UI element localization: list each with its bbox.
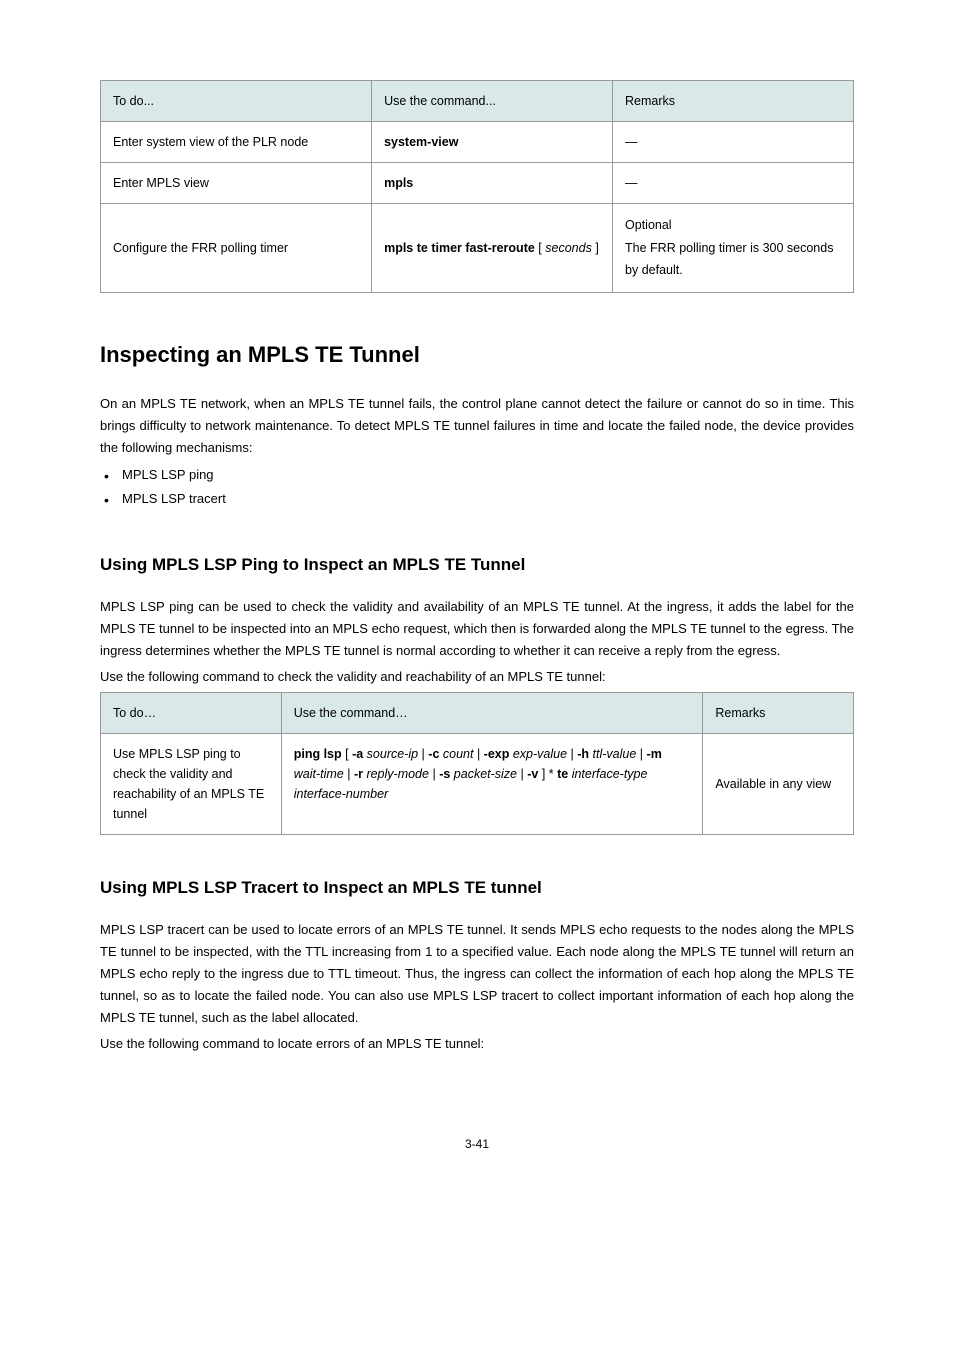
remarks-cell: —: [613, 122, 854, 163]
remarks-cell: —: [613, 163, 854, 204]
cmd-argument: wait-time: [294, 767, 347, 781]
subsection-heading: Using MPLS LSP Ping to Inspect an MPLS T…: [100, 552, 854, 578]
task-cell: Use MPLS LSP ping to check the validity …: [101, 734, 282, 835]
cmd-bracket: ] *: [538, 767, 553, 781]
table-header: Remarks: [703, 693, 854, 734]
cmd-sep: |: [477, 747, 484, 761]
cmd-bracket: [: [342, 747, 352, 761]
command-table: To do… Use the command… Remarks Use MPLS…: [100, 692, 854, 835]
cmd-argument: count: [439, 747, 477, 761]
cmd-keyword: -c: [428, 747, 439, 761]
cmd-keyword: -r: [354, 767, 363, 781]
remarks-line: Optional: [625, 214, 841, 237]
page-number: 3-41: [100, 1135, 854, 1153]
table-row: Configure the FRR polling timer mpls te …: [101, 204, 854, 293]
cmd-keyword: -h: [577, 747, 589, 761]
cmd-keyword: -a: [352, 747, 363, 761]
remarks-line: The FRR polling timer is 300 seconds by …: [625, 237, 841, 282]
section-heading: Inspecting an MPLS TE Tunnel: [100, 338, 854, 371]
cmd-keyword: mpls te timer fast-reroute: [384, 241, 535, 255]
task-cell: Enter MPLS view: [101, 163, 372, 204]
list-item: MPLS LSP ping: [122, 463, 854, 488]
table-row: Enter MPLS view mpls —: [101, 163, 854, 204]
cmd-keyword: -exp: [484, 747, 510, 761]
command-cell: ping lsp [ -a source-ip | -c count | -ex…: [281, 734, 703, 835]
cmd-bracket: ]: [595, 241, 598, 255]
list-item: MPLS LSP tracert: [122, 487, 854, 512]
table-header-row: To do... Use the command... Remarks: [101, 81, 854, 122]
table-header: To do…: [101, 693, 282, 734]
table-row: Use MPLS LSP ping to check the validity …: [101, 734, 854, 835]
cmd-argument: seconds: [545, 241, 592, 255]
table-header: Use the command…: [281, 693, 703, 734]
paragraph: On an MPLS TE network, when an MPLS TE t…: [100, 393, 854, 459]
paragraph: MPLS LSP ping can be used to check the v…: [100, 596, 854, 662]
cmd-argument: exp-value: [509, 747, 570, 761]
subsection-heading: Using MPLS LSP Tracert to Inspect an MPL…: [100, 875, 854, 901]
paragraph: Use the following command to check the v…: [100, 666, 854, 688]
cmd-keyword: -s: [439, 767, 450, 781]
cmd-sep: |: [347, 767, 354, 781]
config-table: To do... Use the command... Remarks Ente…: [100, 80, 854, 293]
table-row: Enter system view of the PLR node system…: [101, 122, 854, 163]
table-header: To do...: [101, 81, 372, 122]
cmd-argument: packet-size: [450, 767, 520, 781]
cmd-argument: source-ip: [363, 747, 421, 761]
cmd-argument: ttl-value: [589, 747, 640, 761]
paragraph: Use the following command to locate erro…: [100, 1033, 854, 1055]
cmd-keyword: -v: [527, 767, 538, 781]
cmd-keyword: te: [554, 767, 569, 781]
paragraph: MPLS LSP tracert can be used to locate e…: [100, 919, 854, 1029]
cmd-sep: |: [640, 747, 647, 761]
table-header: Use the command...: [372, 81, 613, 122]
cmd-keyword: ping lsp: [294, 747, 342, 761]
task-cell: Configure the FRR polling timer: [101, 204, 372, 293]
cmd-bracket: [: [538, 241, 541, 255]
table-header: Remarks: [613, 81, 854, 122]
remarks-cell: Available in any view: [703, 734, 854, 835]
task-cell: Enter system view of the PLR node: [101, 122, 372, 163]
command-cell: system-view: [372, 122, 613, 163]
remarks-cell: Optional The FRR polling timer is 300 se…: [613, 204, 854, 293]
bullet-list: MPLS LSP ping MPLS LSP tracert: [100, 463, 854, 512]
cmd-keyword: -m: [647, 747, 662, 761]
cmd-argument: reply-mode: [363, 767, 432, 781]
command-cell: mpls: [372, 163, 613, 204]
command-cell: mpls te timer fast-reroute [ seconds ]: [372, 204, 613, 293]
table-header-row: To do… Use the command… Remarks: [101, 693, 854, 734]
